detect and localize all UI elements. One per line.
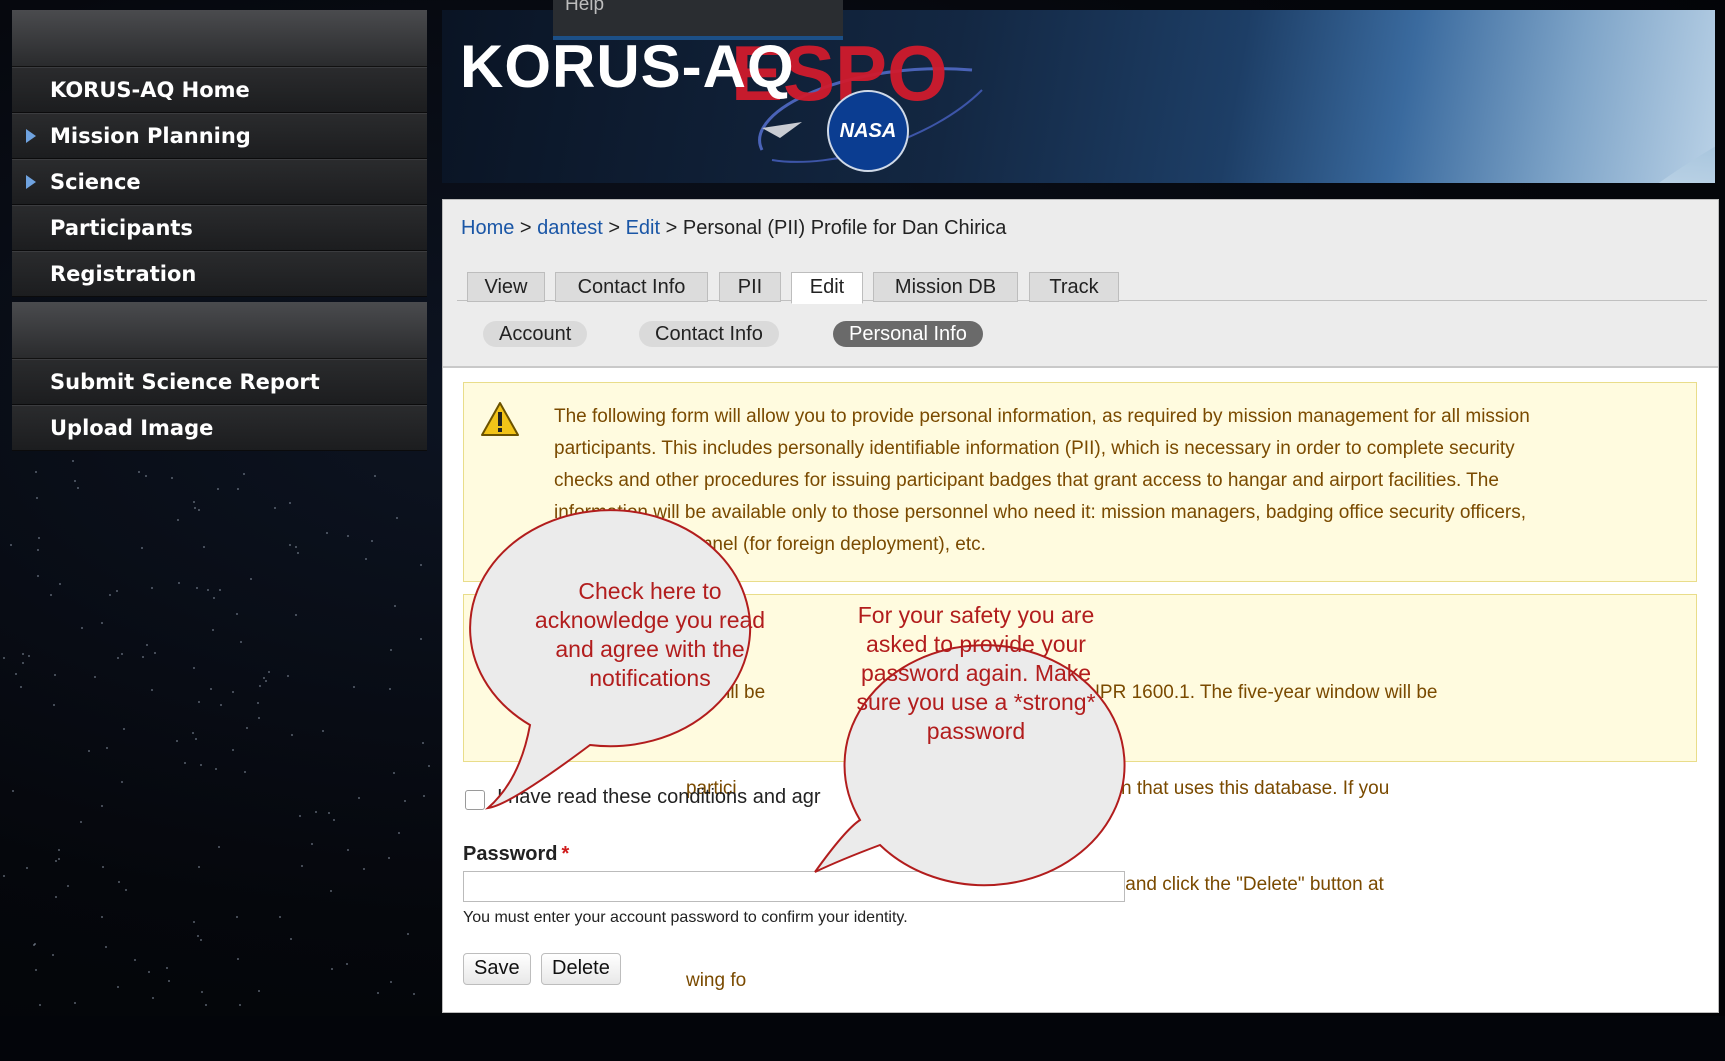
callout-bubbles	[469, 509, 1126, 887]
checkbox-callout-text: Check here to acknowledge you read and a…	[534, 578, 766, 691]
password-callout-text: For your safety you are asked to provide…	[856, 602, 1096, 744]
